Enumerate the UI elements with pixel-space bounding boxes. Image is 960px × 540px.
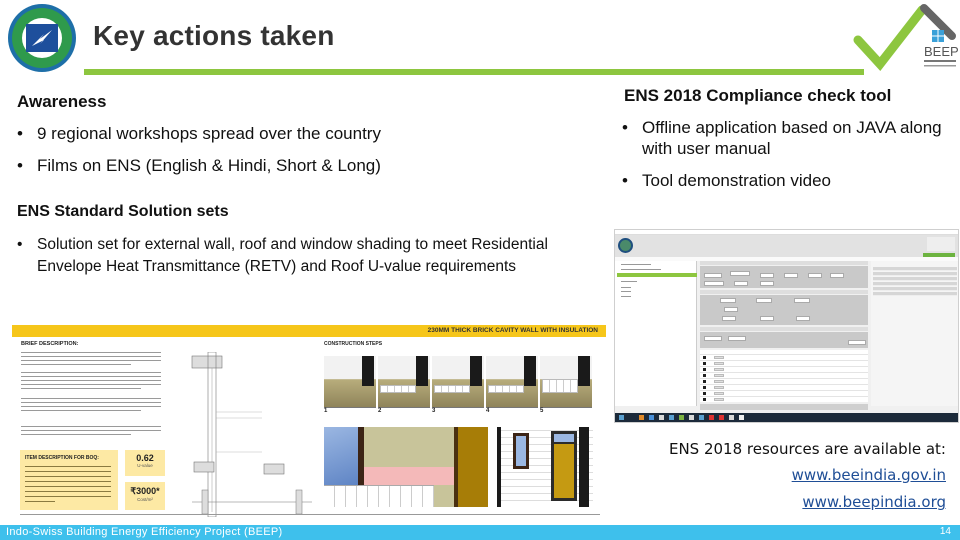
poster-text-line bbox=[21, 406, 161, 408]
poster-text-line bbox=[21, 398, 161, 400]
tool-opaque-panel bbox=[700, 327, 868, 348]
poster-text-line bbox=[21, 430, 161, 432]
tool-total-bar bbox=[700, 404, 868, 410]
bullet-dot-icon: • bbox=[17, 156, 23, 175]
bullet-dot-icon: • bbox=[17, 124, 23, 143]
ministry-logo-icon bbox=[927, 237, 955, 251]
compliance-tool-bullet: • Tool demonstration video bbox=[622, 171, 832, 190]
construction-step-image bbox=[324, 356, 376, 408]
construction-step-image bbox=[432, 356, 484, 408]
windows-taskbar bbox=[615, 413, 958, 422]
interior-cavity-wall-render bbox=[324, 427, 488, 507]
cost-unit: Cost/m² bbox=[137, 497, 153, 502]
title-underline-stub bbox=[840, 69, 856, 75]
bee-emblem-logo bbox=[8, 4, 76, 72]
construction-step-image bbox=[540, 356, 592, 408]
tool-windows-table bbox=[700, 350, 868, 402]
poster-text-line bbox=[21, 352, 161, 354]
poster-text-line bbox=[21, 364, 131, 366]
tool-header bbox=[615, 235, 958, 257]
awareness-bullet: • Films on ENS (English & Hindi, Short &… bbox=[17, 156, 381, 175]
step-number: 1 bbox=[324, 408, 328, 414]
cost-box: ₹3000* Cost/m² bbox=[125, 482, 165, 510]
beep-logo-text: BEEP bbox=[924, 44, 958, 59]
step-number: 2 bbox=[378, 408, 382, 414]
bullet-dot-icon: • bbox=[622, 118, 628, 137]
tool-help-panel bbox=[871, 261, 958, 406]
wall-section-drawing bbox=[191, 352, 312, 517]
u-value: 0.62 bbox=[136, 453, 154, 463]
poster-text-line bbox=[21, 384, 161, 386]
poster-footnote bbox=[20, 514, 600, 516]
tool-window-panel bbox=[700, 261, 868, 288]
bullet-dot-icon: • bbox=[17, 236, 23, 253]
poster-text-line bbox=[21, 376, 161, 378]
awareness-bullet: • 9 regional workshops spread over the c… bbox=[17, 124, 381, 143]
page-title: Key actions taken bbox=[93, 20, 335, 51]
cost-value: ₹3000* bbox=[130, 486, 160, 496]
poster-text-line bbox=[21, 356, 161, 358]
poster-steps-heading: CONSTRUCTION STEPS bbox=[324, 341, 383, 347]
tool-tree-panel bbox=[615, 261, 697, 406]
poster-brief-heading: BRIEF DESCRIPTION: bbox=[21, 341, 79, 347]
resources-text: ENS 2018 resources are available at: bbox=[668, 440, 946, 458]
beepindia-link[interactable]: www.beepindia.org bbox=[802, 493, 946, 511]
poster-text-line bbox=[21, 426, 161, 428]
boq-description-box: ITEM DESCRIPTION FOR BOQ: bbox=[20, 450, 118, 510]
poster-text-line bbox=[21, 380, 161, 382]
tool-logo-icon bbox=[618, 238, 633, 253]
bullet-dot-icon: • bbox=[622, 171, 628, 190]
step-number: 4 bbox=[486, 408, 490, 414]
footer-text: Indo-Swiss Building Energy Efficiency Pr… bbox=[6, 526, 283, 538]
beep-logo: BEEP bbox=[853, 4, 958, 71]
poster-title: 230MM THICK BRICK CAVITY WALL WITH INSUL… bbox=[427, 327, 598, 334]
exterior-wall-render bbox=[497, 427, 593, 507]
footer-bar: Indo-Swiss Building Energy Efficiency Pr… bbox=[0, 525, 960, 540]
poster-text-line bbox=[21, 388, 141, 390]
u-value-box: 0.62 U-value bbox=[125, 450, 165, 476]
solution-sets-heading: ENS Standard Solution sets bbox=[17, 203, 229, 220]
tool-shading-panel bbox=[700, 290, 868, 325]
step-number: 3 bbox=[432, 408, 436, 414]
boq-heading: ITEM DESCRIPTION FOR BOQ: bbox=[25, 455, 99, 461]
step-number: 5 bbox=[540, 408, 544, 414]
compliance-tool-heading: ENS 2018 Compliance check tool bbox=[624, 86, 892, 105]
title-underline bbox=[84, 69, 864, 75]
solution-sets-bullet: • Solution set for external wall, roof a… bbox=[17, 236, 548, 275]
u-value-label: U-value bbox=[137, 463, 153, 468]
compliance-tool-bullet: • Offline application based on JAVA alon… bbox=[622, 118, 942, 158]
compliance-tool-screenshot bbox=[614, 229, 959, 423]
poster-text-line bbox=[21, 360, 161, 362]
beeindia-link[interactable]: www.beeindia.gov.in bbox=[792, 466, 946, 484]
page-number: 14 bbox=[939, 526, 951, 537]
poster-text-line bbox=[21, 434, 131, 436]
awareness-heading: Awareness bbox=[17, 92, 107, 111]
solution-set-poster-image: 230MM THICK BRICK CAVITY WALL WITH INSUL… bbox=[12, 322, 606, 522]
poster-text-line bbox=[21, 372, 161, 374]
poster-text-line bbox=[21, 402, 161, 404]
poster-text-line bbox=[21, 410, 141, 412]
construction-step-image bbox=[378, 356, 430, 408]
construction-step-image bbox=[486, 356, 538, 408]
